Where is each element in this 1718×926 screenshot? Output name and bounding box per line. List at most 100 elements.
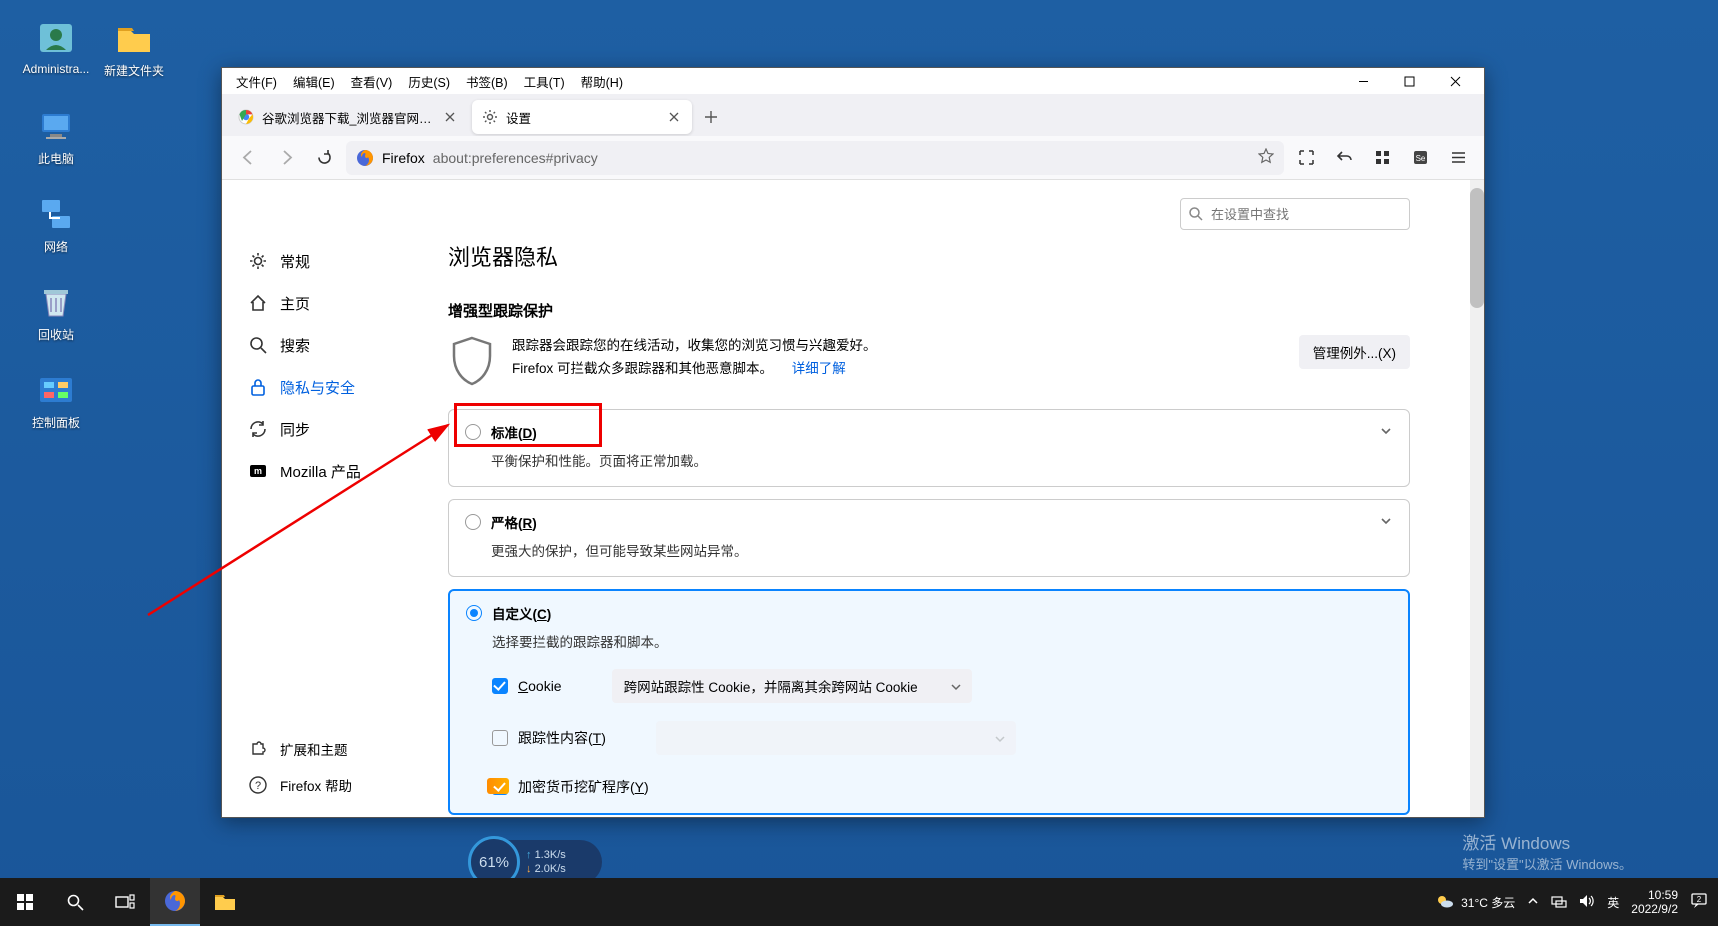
radio-strict[interactable] bbox=[465, 514, 481, 530]
menu-help[interactable]: 帮助(H) bbox=[573, 70, 631, 93]
radio-custom[interactable] bbox=[466, 605, 482, 621]
mozilla-icon: m bbox=[248, 461, 268, 481]
desktop-icon-administrator[interactable]: Administra... bbox=[18, 18, 94, 76]
section-title: 增强型跟踪保护 bbox=[448, 300, 1410, 321]
folder-icon bbox=[114, 18, 154, 58]
checkbox-tracking-content[interactable] bbox=[492, 730, 508, 746]
preferences-content: 浏览器隐私 增强型跟踪保护 跟踪器会跟踪您的在线活动，收集您的浏览习惯与兴趣爱好… bbox=[432, 180, 1470, 817]
learn-more-link[interactable]: 详细了解 bbox=[792, 361, 846, 376]
protection-strict-card[interactable]: 严格(R) 更强大的保护，但可能导致某些网站异常。 bbox=[448, 499, 1410, 577]
bookmark-star-icon[interactable] bbox=[1258, 148, 1274, 167]
maximize-button[interactable] bbox=[1386, 68, 1432, 94]
upload-speed: 1.3K/s bbox=[535, 849, 566, 861]
card-desc: 平衡保护和性能。页面将正常加载。 bbox=[465, 450, 1393, 470]
desktop-icon-label: 此电脑 bbox=[18, 150, 94, 167]
link-label: Firefox 帮助 bbox=[280, 775, 352, 795]
category-general[interactable]: 常规 bbox=[236, 240, 418, 282]
taskbar: 31°C 多云 英 10:59 2022/9/2 2 bbox=[0, 878, 1718, 926]
card-title: 标准(D) bbox=[491, 422, 537, 442]
reload-button[interactable] bbox=[308, 142, 340, 174]
scrollbar-thumb[interactable] bbox=[1470, 188, 1484, 308]
close-button[interactable] bbox=[1432, 68, 1478, 94]
user-icon bbox=[36, 18, 76, 58]
new-tab-button[interactable] bbox=[696, 102, 726, 132]
settings-search-input[interactable] bbox=[1180, 198, 1410, 230]
desktop-icon-network[interactable]: 网络 bbox=[18, 194, 94, 255]
desktop-icon-new-folder[interactable]: 新建文件夹 bbox=[96, 18, 172, 79]
tab-chrome-download[interactable]: 谷歌浏览器下载_浏览器官网入口 bbox=[228, 100, 468, 134]
checkbox-label: 跟踪性内容(T) bbox=[518, 728, 606, 748]
checkbox-cryptominer[interactable] bbox=[492, 779, 508, 795]
taskbar-file-explorer[interactable] bbox=[200, 878, 250, 926]
desktop-icon-label: 新建文件夹 bbox=[96, 62, 172, 79]
category-privacy[interactable]: 隐私与安全 bbox=[236, 366, 418, 408]
selenium-icon[interactable]: Se bbox=[1404, 142, 1436, 174]
undo-icon[interactable] bbox=[1328, 142, 1360, 174]
taskbar-search-button[interactable] bbox=[50, 878, 100, 926]
tray-ime[interactable]: 英 bbox=[1607, 894, 1619, 911]
tracking-desc-line1: 跟踪器会跟踪您的在线活动，收集您的浏览习惯与兴趣爱好。 bbox=[512, 335, 1283, 358]
url-bar[interactable]: Firefox about:preferences#privacy bbox=[346, 141, 1284, 175]
chevron-down-icon[interactable] bbox=[1379, 514, 1393, 531]
minimize-button[interactable] bbox=[1340, 68, 1386, 94]
desktop-icon-label: 网络 bbox=[18, 238, 94, 255]
watermark-line1: 激活 Windows bbox=[1462, 832, 1632, 856]
menu-tools[interactable]: 工具(T) bbox=[516, 70, 573, 93]
firefox-window: 文件(F) 编辑(E) 查看(V) 历史(S) 书签(B) 工具(T) 帮助(H… bbox=[221, 67, 1485, 818]
preferences-page: 常规 主页 搜索 隐私与安全 同步 bbox=[222, 180, 1484, 817]
menu-bookmarks[interactable]: 书签(B) bbox=[458, 70, 516, 93]
back-button[interactable] bbox=[232, 142, 264, 174]
desktop-icon-recycle-bin[interactable]: 回收站 bbox=[18, 282, 94, 343]
radio-standard[interactable] bbox=[465, 424, 481, 440]
tray-network-icon[interactable] bbox=[1551, 894, 1567, 911]
pc-icon bbox=[36, 106, 76, 146]
desktop-icon-this-pc[interactable]: 此电脑 bbox=[18, 106, 94, 167]
protection-standard-card[interactable]: 标准(D) 平衡保护和性能。页面将正常加载。 bbox=[448, 409, 1410, 487]
weather-widget[interactable]: 31°C 多云 bbox=[1435, 892, 1515, 912]
tray-chevron-icon[interactable] bbox=[1527, 895, 1539, 910]
taskview-button[interactable] bbox=[100, 878, 150, 926]
download-speed: 2.0K/s bbox=[535, 863, 566, 875]
grid-icon[interactable] bbox=[1366, 142, 1398, 174]
tab-settings[interactable]: 设置 bbox=[472, 100, 692, 134]
network-icon bbox=[36, 194, 76, 234]
svg-text:Se: Se bbox=[1415, 154, 1425, 163]
lock-icon bbox=[248, 377, 268, 397]
category-search[interactable]: 搜索 bbox=[236, 324, 418, 366]
action-center-icon[interactable]: 2 bbox=[1690, 892, 1708, 913]
help-link[interactable]: ? Firefox 帮助 bbox=[236, 767, 364, 803]
forward-button[interactable] bbox=[270, 142, 302, 174]
tray-volume-icon[interactable] bbox=[1579, 894, 1595, 911]
menu-history[interactable]: 历史(S) bbox=[400, 70, 458, 93]
desktop-icon-label: 控制面板 bbox=[18, 414, 94, 431]
desktop-icon-label: 回收站 bbox=[18, 326, 94, 343]
tray-clock[interactable]: 10:59 2022/9/2 bbox=[1631, 888, 1678, 917]
screenshot-icon[interactable] bbox=[1290, 142, 1322, 174]
tab-close-icon[interactable] bbox=[666, 109, 682, 125]
checkbox-cookie[interactable] bbox=[492, 678, 508, 694]
card-title: 严格(R) bbox=[491, 512, 537, 532]
page-title: 浏览器隐私 bbox=[448, 240, 1410, 272]
protection-custom-card[interactable]: 自定义(C) 选择要拦截的跟踪器和脚本。 Cookie 跨网站跟踪性 Cooki… bbox=[448, 589, 1410, 815]
card-title: 自定义(C) bbox=[492, 603, 551, 623]
tracking-content-dropdown bbox=[656, 721, 1016, 755]
menu-file[interactable]: 文件(F) bbox=[228, 70, 285, 93]
app-menu-button[interactable] bbox=[1442, 142, 1474, 174]
category-more-mozilla[interactable]: m Mozilla 产品 bbox=[236, 450, 418, 492]
chevron-down-icon[interactable] bbox=[1379, 424, 1393, 441]
start-button[interactable] bbox=[0, 878, 50, 926]
category-sync[interactable]: 同步 bbox=[236, 408, 418, 450]
home-icon bbox=[248, 293, 268, 313]
scrollbar[interactable] bbox=[1470, 180, 1484, 817]
desktop-icon-control-panel[interactable]: 控制面板 bbox=[18, 370, 94, 431]
extensions-link[interactable]: 扩展和主题 bbox=[236, 731, 364, 767]
tab-close-icon[interactable] bbox=[442, 109, 458, 125]
cookie-dropdown[interactable]: 跨网站跟踪性 Cookie，并隔离其余跨网站 Cookie bbox=[612, 669, 972, 703]
card-desc: 选择要拦截的跟踪器和脚本。 bbox=[466, 631, 1392, 651]
category-home[interactable]: 主页 bbox=[236, 282, 418, 324]
manage-exceptions-button[interactable]: 管理例外...(X) bbox=[1299, 335, 1410, 369]
menu-edit[interactable]: 编辑(E) bbox=[285, 70, 343, 93]
taskbar-firefox[interactable] bbox=[150, 878, 200, 926]
category-label: 主页 bbox=[280, 293, 310, 314]
menu-view[interactable]: 查看(V) bbox=[343, 70, 401, 93]
